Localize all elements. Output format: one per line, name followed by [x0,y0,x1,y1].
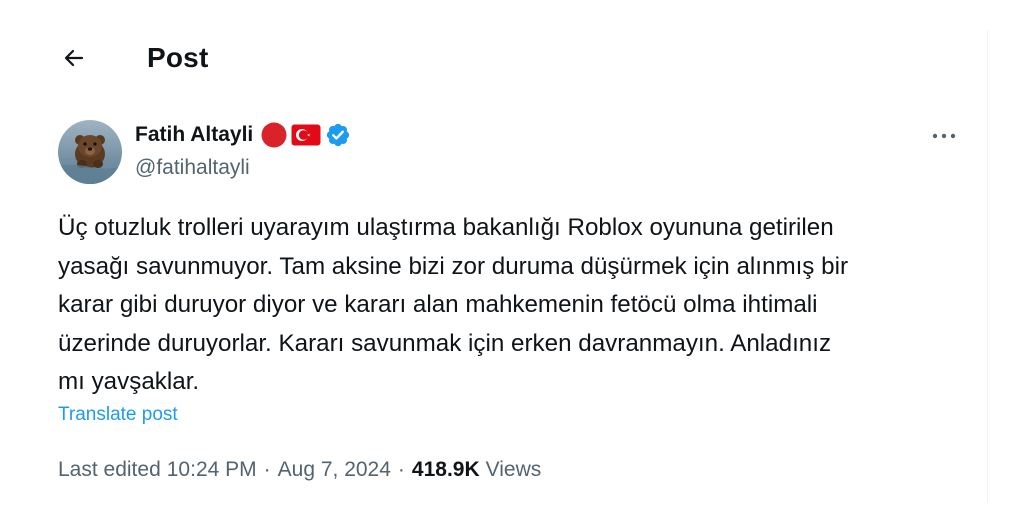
post-date[interactable]: Aug 7, 2024 [278,456,391,484]
post-meta: Last edited 10:24 PM · Aug 7, 2024 · 418… [58,456,541,484]
more-options-button[interactable] [922,118,966,154]
page-header: Post [0,0,987,112]
red-circle-icon [261,122,287,148]
back-button[interactable] [54,40,94,80]
more-horizontal-icon [931,127,957,145]
page-title: Post [147,42,209,73]
column-divider [987,30,988,502]
post-time[interactable]: 10:24 PM [167,456,257,484]
meta-separator: · [263,458,271,481]
views-label: Views [485,458,542,481]
post-text: Üç otuzluk trolleri uyarayım ulaştırma b… [58,214,849,395]
avatar[interactable] [58,120,122,184]
post-page: Post Fatih Altayli @fatihaltayli Üç otuz… [0,0,1012,520]
bear-avatar-image [58,120,122,184]
verified-badge-icon[interactable] [325,122,351,148]
author-name-row: Fatih Altayli [135,121,351,149]
turkey-flag-icon [291,124,321,146]
author-display-name[interactable]: Fatih Altayli [135,121,253,149]
author-handle[interactable]: @fatihaltayli [135,154,250,182]
views-count: 418.9K [411,458,480,481]
arrow-left-icon [62,46,86,75]
meta-separator: · [397,458,405,481]
translate-post-link[interactable]: Translate post [58,401,178,429]
edited-label[interactable]: Last edited [58,456,161,484]
